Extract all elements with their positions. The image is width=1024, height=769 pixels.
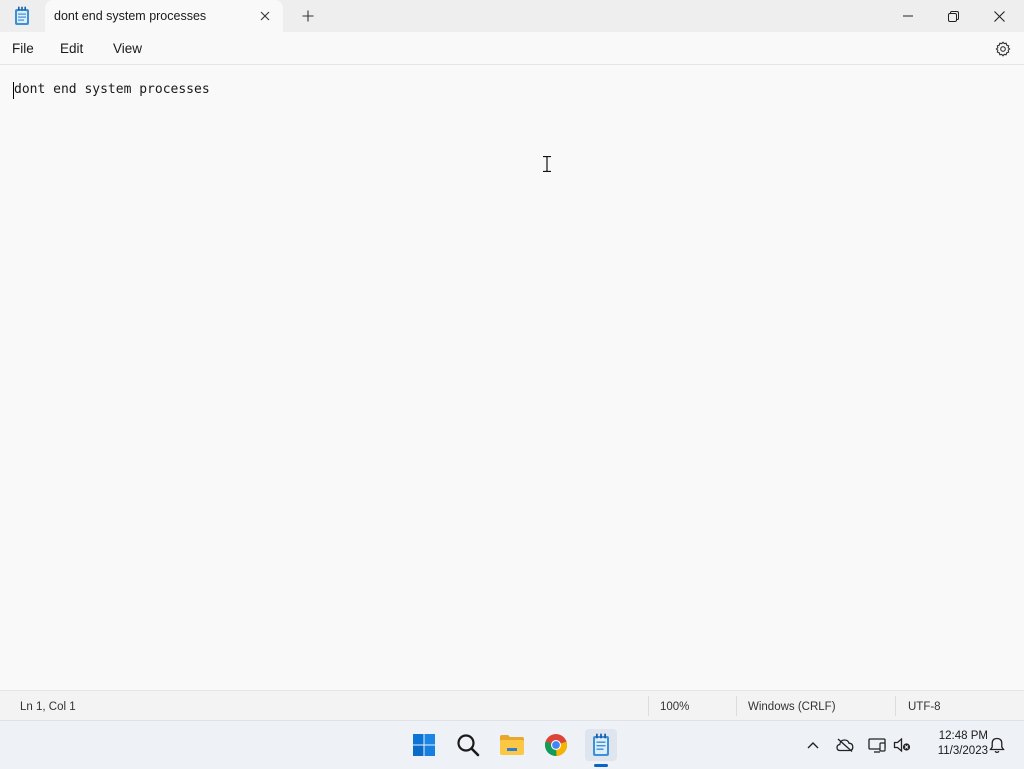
close-icon[interactable] bbox=[257, 8, 273, 24]
notepad-icon[interactable] bbox=[585, 729, 617, 761]
taskbar: 12:48 PM 11/3/2023 bbox=[0, 720, 1024, 769]
cursor-position: Ln 1, Col 1 bbox=[20, 701, 76, 713]
text-caret bbox=[13, 82, 14, 99]
clock-date: 11/3/2023 bbox=[937, 745, 988, 757]
menu-view[interactable]: View bbox=[113, 41, 142, 56]
menu-file[interactable]: File bbox=[12, 41, 34, 56]
line-ending: Windows (CRLF) bbox=[748, 701, 836, 713]
volume-muted-icon[interactable] bbox=[892, 735, 912, 755]
notepad-icon bbox=[13, 6, 31, 26]
text-editor[interactable]: dont end system processes bbox=[0, 65, 1024, 690]
search-icon[interactable] bbox=[452, 729, 484, 761]
editor-content: dont end system processes bbox=[14, 82, 210, 97]
chevron-up-icon[interactable] bbox=[803, 735, 823, 755]
ibeam-cursor-icon bbox=[542, 155, 552, 173]
tab-title: dont end system processes bbox=[54, 9, 207, 23]
zoom-level: 100% bbox=[660, 701, 690, 713]
menu-edit[interactable]: Edit bbox=[60, 41, 83, 56]
maximize-icon[interactable] bbox=[930, 0, 976, 32]
chrome-icon[interactable] bbox=[540, 729, 572, 761]
minimize-icon[interactable] bbox=[885, 0, 931, 32]
bell-icon[interactable] bbox=[987, 735, 1007, 755]
display-icon[interactable] bbox=[867, 735, 887, 755]
cloud-off-icon[interactable] bbox=[835, 735, 855, 755]
title-bar: dont end system processes bbox=[0, 0, 1024, 32]
windows-start-icon[interactable] bbox=[408, 729, 440, 761]
active-app-indicator bbox=[594, 764, 608, 767]
add-tab-icon[interactable] bbox=[299, 7, 317, 25]
status-separator bbox=[736, 696, 737, 716]
status-separator bbox=[895, 696, 896, 716]
status-separator bbox=[648, 696, 649, 716]
file-explorer-icon[interactable] bbox=[496, 729, 528, 761]
menu-bar: File Edit View bbox=[0, 32, 1024, 64]
close-window-icon[interactable] bbox=[976, 0, 1022, 32]
clock-time: 12:48 PM bbox=[938, 730, 988, 742]
gear-icon[interactable] bbox=[994, 40, 1012, 58]
encoding: UTF-8 bbox=[908, 701, 941, 713]
status-bar: Ln 1, Col 1 100% Windows (CRLF) UTF-8 bbox=[0, 690, 1024, 721]
system-clock[interactable]: 12:48 PM 11/3/2023 bbox=[918, 729, 988, 759]
document-tab[interactable]: dont end system processes bbox=[45, 0, 283, 32]
